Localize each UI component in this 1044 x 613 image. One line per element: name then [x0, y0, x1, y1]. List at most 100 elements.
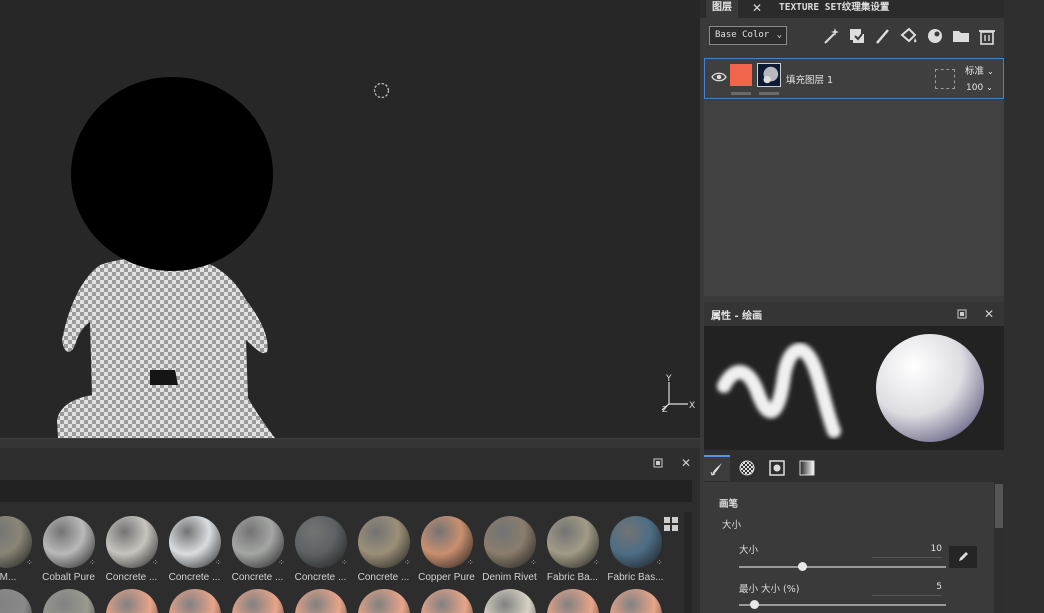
- add-layer-icon[interactable]: [847, 26, 867, 46]
- properties-title: 属性 - 绘画: [711, 311, 763, 322]
- size-slider-track[interactable]: [739, 566, 946, 568]
- maximize-icon[interactable]: [954, 306, 970, 322]
- layer-name[interactable]: 填充图层 1: [786, 72, 833, 86]
- eye-icon[interactable]: [711, 69, 727, 85]
- size-value: 10: [930, 544, 942, 554]
- download-icon: ⁘: [530, 558, 537, 567]
- download-icon: ⁘: [278, 558, 285, 567]
- group-size: 大小: [722, 520, 742, 531]
- close-icon[interactable]: ✕: [678, 455, 694, 471]
- layer-color-thumbnail[interactable]: [730, 64, 752, 86]
- shelf-search-bar[interactable]: [0, 480, 692, 502]
- min-size-slider-track[interactable]: [739, 604, 946, 606]
- size-label: 大小: [739, 545, 759, 556]
- paint-icon[interactable]: [873, 26, 893, 46]
- min-size-value-field[interactable]: 5: [872, 582, 942, 596]
- brush-preview: [704, 326, 1004, 450]
- material-thumbnail: [232, 516, 284, 568]
- download-icon: ⁘: [215, 558, 222, 567]
- maximize-icon[interactable]: [650, 455, 666, 471]
- trash-icon[interactable]: [977, 26, 997, 46]
- download-icon: ⁘: [467, 558, 474, 567]
- min-size-slider-handle[interactable]: [750, 600, 759, 609]
- opacity-value: 100: [966, 83, 984, 93]
- download-icon: ⁘: [89, 558, 96, 567]
- brush-icon: [710, 463, 722, 476]
- material-thumbnail: [358, 516, 410, 568]
- model-head: [71, 77, 273, 271]
- material-thumbnail[interactable]: [43, 589, 95, 613]
- thumb-bar: [731, 92, 751, 95]
- blend-mode-select[interactable]: 标准 ⌄: [965, 63, 994, 77]
- size-value-field[interactable]: 10: [872, 544, 942, 558]
- material-thumbnail[interactable]: [610, 589, 662, 613]
- close-icon[interactable]: ✕: [746, 0, 768, 18]
- tab-alpha[interactable]: [734, 455, 760, 481]
- material-thumbnail: [43, 516, 95, 568]
- material-label: Cobalt Pure: [42, 572, 95, 583]
- scrollbar-thumb[interactable]: [995, 484, 1003, 528]
- material-thumbnail[interactable]: [169, 589, 221, 613]
- grid-view-icon[interactable]: [663, 516, 679, 532]
- material-thumbnail: [484, 516, 536, 568]
- min-size-value: 5: [936, 582, 942, 592]
- light-icon[interactable]: [371, 80, 392, 101]
- shelf-scrollbar[interactable]: [684, 512, 692, 613]
- material-label: Concrete ...: [231, 572, 284, 583]
- magic-wand-icon[interactable]: [821, 26, 841, 46]
- fill-icon[interactable]: [899, 26, 919, 46]
- tab-material[interactable]: [794, 455, 820, 481]
- close-icon[interactable]: ✕: [981, 306, 997, 322]
- material-thumbnail[interactable]: [0, 589, 32, 613]
- tab-brush[interactable]: [704, 455, 730, 481]
- pen-pressure-button[interactable]: [949, 546, 977, 568]
- opacity-select[interactable]: 100 ⌄: [966, 83, 993, 93]
- material-thumbnail: [169, 516, 221, 568]
- material-thumbnail: [295, 516, 347, 568]
- channel-select[interactable]: Base Color ⌄: [709, 26, 787, 45]
- channel-select-value: Base Color: [715, 30, 770, 40]
- 3d-viewport[interactable]: Y X Z: [0, 0, 700, 438]
- material-thumbnail: [421, 516, 473, 568]
- stencil-icon: [769, 460, 785, 476]
- svg-text:Z: Z: [662, 405, 668, 414]
- folder-icon[interactable]: [951, 26, 971, 46]
- svg-text:X: X: [689, 401, 695, 411]
- shelf-header: ✕: [0, 448, 700, 478]
- material-label: Concrete ...: [105, 572, 158, 583]
- download-icon: ⁘: [341, 558, 348, 567]
- blend-mode-value: 标准: [965, 66, 985, 77]
- properties-scrollbar[interactable]: [994, 482, 1004, 613]
- chevron-down-icon: ⌄: [987, 67, 994, 76]
- layers-list: [704, 100, 1004, 296]
- mask-slot[interactable]: [935, 69, 955, 89]
- material-thumbnail[interactable]: [232, 589, 284, 613]
- material-thumbnail: [610, 516, 662, 568]
- material-sphere-preview: [876, 334, 984, 442]
- properties-tabs: [704, 450, 1004, 482]
- material-thumbnail[interactable]: [358, 589, 410, 613]
- material-thumbnail[interactable]: [547, 589, 599, 613]
- material-label: Denim Rivet: [482, 572, 537, 583]
- size-slider-handle[interactable]: [798, 562, 807, 571]
- material-thumbnail[interactable]: [421, 589, 473, 613]
- layer-row-fill[interactable]: 填充图层 1 标准 ⌄ 100 ⌄: [704, 58, 1004, 99]
- material-thumbnail[interactable]: [106, 589, 158, 613]
- smart-material-icon[interactable]: [925, 26, 945, 46]
- material-thumbnail[interactable]: [295, 589, 347, 613]
- axis-gizmo-icon: Y X Z: [661, 374, 695, 414]
- tab-texture-set[interactable]: TEXTURE SET纹理集设置: [773, 0, 895, 18]
- tab-stencil[interactable]: [764, 455, 790, 481]
- outer-scrollbar[interactable]: [1004, 0, 1044, 613]
- svg-text:Y: Y: [665, 374, 672, 384]
- download-icon: ⁘: [26, 558, 33, 567]
- tab-layers[interactable]: 图层: [706, 0, 738, 18]
- layer-material-thumbnail[interactable]: [757, 63, 781, 87]
- download-icon: ⁘: [656, 558, 663, 567]
- viewport-divider[interactable]: [0, 438, 700, 448]
- min-size-label: 最小 大小 (%): [739, 584, 800, 595]
- material-thumbnail[interactable]: [484, 589, 536, 613]
- panel-tabs: 图层 ✕ TEXTURE SET纹理集设置: [700, 0, 1004, 18]
- download-icon: ⁘: [404, 558, 411, 567]
- material-label: Copper Pure: [418, 572, 475, 583]
